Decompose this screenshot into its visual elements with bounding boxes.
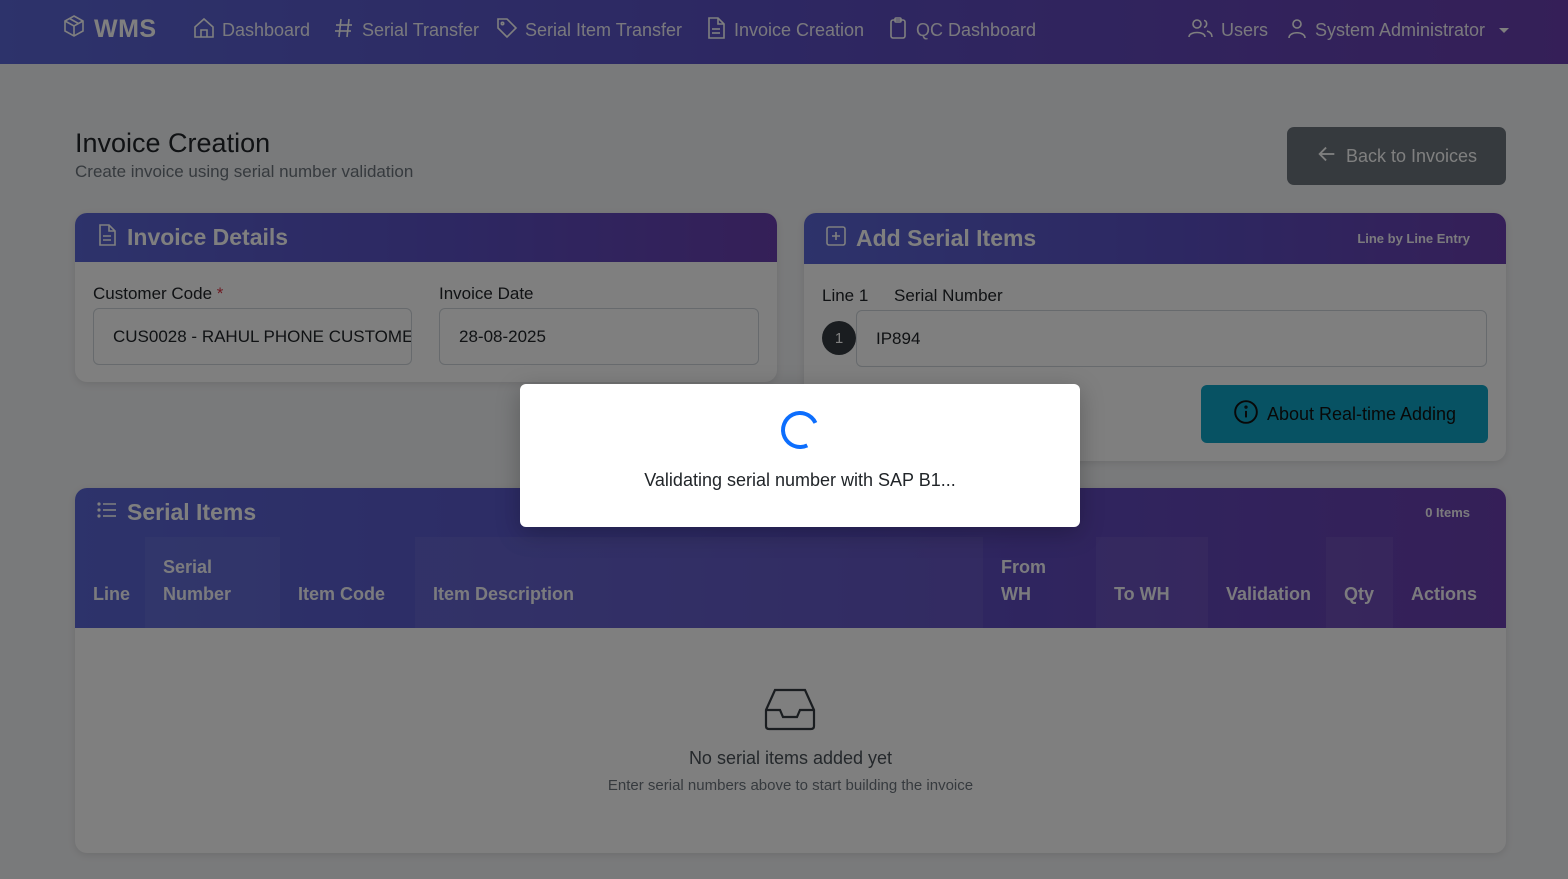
loading-spinner-icon [775,405,825,455]
validation-message: Validating serial number with SAP B1... [644,470,956,490]
validation-loading-modal: Validating serial number with SAP B1... [520,384,1080,527]
